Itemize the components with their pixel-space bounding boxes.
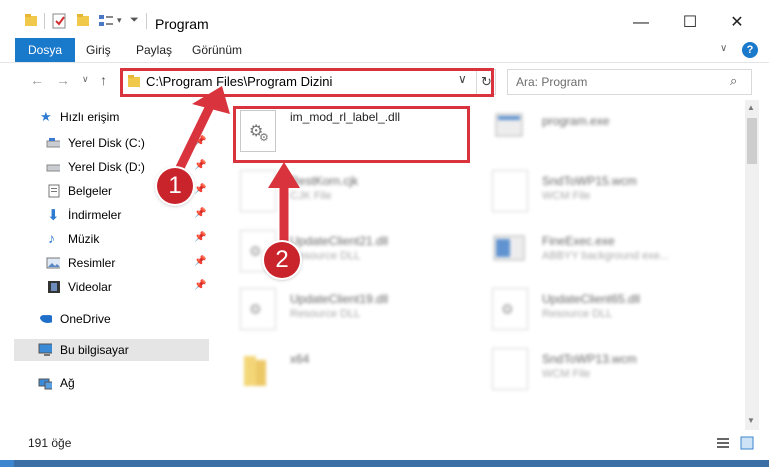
search-input[interactable]: Ara: Program ⌕ — [507, 69, 752, 95]
status-bar: 191 öğe — [0, 430, 769, 460]
large-icons-view-icon[interactable] — [740, 436, 754, 450]
ribbon-tabs: Dosya Giriş Paylaş Görünüm ∨ ? — [0, 38, 769, 63]
file-name: FineExec.exe — [542, 234, 615, 248]
pin-icon: 📌 — [194, 232, 207, 243]
list-item[interactable]: ⚙ UpdateClient65.dll Resource DLL — [492, 286, 722, 336]
file-icon — [492, 170, 528, 212]
folder-icon — [25, 14, 37, 26]
close-button[interactable]: ✕ — [714, 8, 760, 38]
file-name: SndToWP13.wcm — [542, 352, 637, 366]
scroll-up-arrow-icon[interactable]: ▲ — [747, 103, 755, 112]
sidebar-item-videos[interactable]: Videolar 📌 — [14, 276, 209, 298]
vertical-scrollbar[interactable]: ▲ ▼ — [745, 100, 759, 430]
sidebar-item-this-pc[interactable]: Bu bilgisayar — [14, 339, 209, 361]
tab-dosya[interactable]: Dosya — [15, 38, 76, 62]
tab-gorunum[interactable]: Görünüm — [192, 38, 242, 62]
properties-icon[interactable] — [52, 13, 68, 29]
list-item[interactable]: FineExec.exe ABBYY background exe... — [492, 228, 722, 278]
drive-icon — [46, 164, 60, 172]
sidebar-item-music[interactable]: ♪ Müzik 📌 — [14, 228, 209, 250]
file-name: UpdateClient65.dll — [542, 292, 641, 306]
folder-icon — [244, 356, 266, 386]
search-placeholder: Ara: Program — [516, 75, 588, 89]
pictures-icon — [46, 257, 60, 269]
file-name: SndToWP15.wcm — [542, 174, 637, 188]
tab-giris[interactable]: Giriş — [86, 38, 111, 62]
sidebar-item-pictures[interactable]: Resimler 📌 — [14, 252, 209, 274]
step-badge-2: 2 — [264, 242, 300, 278]
details-view-icon[interactable] — [716, 436, 730, 450]
maximize-button[interactable]: ☐ — [667, 8, 713, 38]
dll-file-highlight — [233, 106, 470, 163]
pin-icon: 📌 — [194, 208, 207, 219]
cloud-icon — [40, 315, 52, 323]
computer-icon — [38, 343, 52, 356]
music-note-icon: ♪ — [48, 230, 55, 246]
list-item[interactable]: x64 — [240, 346, 470, 396]
file-type: WCM File — [542, 368, 591, 380]
exe-file-icon — [495, 113, 523, 137]
scroll-down-arrow-icon[interactable]: ▼ — [747, 416, 755, 425]
document-icon — [48, 184, 60, 198]
expand-ribbon-chevron-icon[interactable]: ∨ — [720, 43, 727, 54]
exe-file-icon — [493, 235, 525, 261]
video-film-icon — [48, 281, 60, 293]
network-icon — [38, 378, 52, 390]
back-arrow-icon[interactable]: ← — [30, 72, 44, 88]
pin-icon: 📌 — [194, 280, 207, 291]
pin-icon: 📌 — [194, 256, 207, 267]
file-name: UpdateClient19.dll — [290, 292, 389, 306]
search-icon: ⌕ — [730, 73, 738, 88]
minimize-button[interactable]: — — [618, 8, 664, 38]
customize-qat-chevron-icon[interactable]: ▾ — [117, 15, 122, 31]
file-type: ABBYY background exe... — [542, 250, 669, 262]
file-type: Resource DLL — [290, 308, 361, 320]
file-name: program.exe — [542, 114, 610, 128]
help-icon[interactable]: ? — [742, 42, 758, 58]
tab-paylas[interactable]: Paylaş — [136, 38, 172, 62]
list-item[interactable]: SndToWP13.wcm WCM File — [492, 346, 722, 396]
dll-file-icon: ⚙ — [240, 288, 276, 330]
sidebar-item-network[interactable]: Ağ — [14, 372, 209, 394]
list-item[interactable]: SndToWP15.wcm WCM File — [492, 168, 722, 218]
new-folder-icon[interactable] — [76, 13, 90, 29]
sidebar-item-downloads[interactable]: ⬇ İndirmeler 📌 — [14, 204, 209, 226]
qat-dropdown-icon[interactable]: ⏷ — [130, 14, 139, 30]
star-icon: ★ — [40, 109, 52, 124]
file-name: x64 — [290, 352, 310, 366]
step-badge-1: 1 — [157, 168, 193, 204]
up-arrow-icon[interactable]: ↑ — [100, 72, 107, 88]
file-type: WCM File — [542, 190, 591, 202]
item-count: 191 öğe — [28, 436, 72, 450]
file-type: Resource DLL — [542, 308, 613, 320]
sidebar-item-onedrive[interactable]: OneDrive — [14, 308, 209, 330]
download-arrow-icon: ⬇ — [47, 207, 60, 224]
list-item[interactable]: program.exe — [492, 108, 722, 158]
drive-icon — [46, 138, 60, 148]
dll-file-icon: ⚙ — [492, 288, 528, 330]
file-icon — [492, 348, 528, 390]
recent-locations-chevron-icon[interactable]: ∨ — [82, 74, 89, 85]
title-bar: ▾ ⏷ Program — ☐ ✕ — [0, 0, 769, 38]
view-options-icon[interactable] — [98, 13, 114, 29]
forward-arrow-icon[interactable]: → — [56, 72, 70, 88]
window-title: Program — [155, 16, 209, 32]
list-item[interactable]: ⚙ UpdateClient19.dll Resource DLL — [240, 286, 470, 336]
scrollbar-thumb[interactable] — [747, 118, 757, 164]
